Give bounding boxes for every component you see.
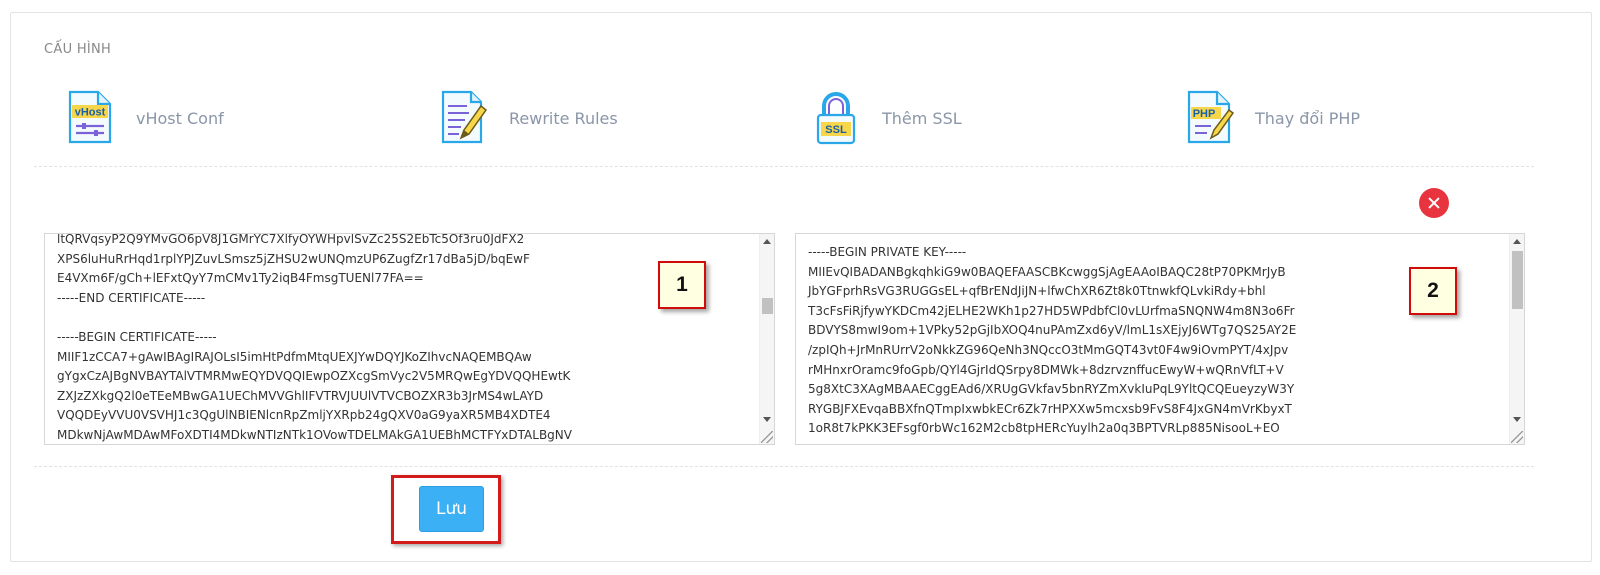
scroll-up-icon[interactable]	[1513, 239, 1521, 244]
resize-grip-icon[interactable]	[1511, 431, 1523, 443]
document-pencil-icon	[437, 88, 489, 148]
tool-label: Thêm SSL	[882, 108, 962, 128]
scroll-up-icon[interactable]	[763, 239, 771, 244]
save-button[interactable]: Lưu	[419, 486, 484, 532]
scroll-down-icon[interactable]	[763, 417, 771, 422]
private-key-textarea[interactable]: -----BEGIN PRIVATE KEY----- MIIEvQIBADAN…	[795, 233, 1525, 445]
tool-add-ssl[interactable]: SSL Thêm SSL	[810, 88, 962, 148]
php-file-icon: PHP	[1183, 88, 1235, 148]
scroll-down-icon[interactable]	[1513, 417, 1521, 422]
ssl-icon-text: SSL	[825, 124, 847, 136]
private-key-scrollbar[interactable]	[1509, 234, 1524, 444]
tool-label: Thay đổi PHP	[1255, 108, 1361, 128]
tool-vhost-conf[interactable]: vHost vHost Conf	[64, 88, 224, 148]
scroll-thumb[interactable]	[762, 298, 773, 314]
tool-label: vHost Conf	[136, 108, 224, 128]
tool-bar: vHost vHost Conf Rewrite Rules SSL Thêm …	[0, 88, 1600, 148]
php-icon-text: PHP	[1193, 108, 1216, 120]
tool-rewrite-rules[interactable]: Rewrite Rules	[437, 88, 618, 148]
divider-top	[34, 166, 1534, 167]
annotation-marker-2: 2	[1409, 267, 1457, 315]
vhost-file-icon: vHost	[64, 88, 116, 148]
vhost-icon-text: vHost	[75, 107, 106, 119]
scroll-thumb[interactable]	[1512, 251, 1523, 309]
tool-label: Rewrite Rules	[509, 108, 618, 128]
close-icon[interactable]	[1419, 188, 1449, 218]
padlock-icon: SSL	[810, 88, 862, 148]
certificate-scrollbar[interactable]	[759, 234, 774, 444]
resize-grip-icon[interactable]	[761, 431, 773, 443]
divider-bottom	[34, 466, 1534, 467]
tool-change-php[interactable]: PHP Thay đổi PHP	[1183, 88, 1360, 148]
section-title: CẤU HÌNH	[44, 42, 112, 57]
annotation-marker-1: 1	[658, 261, 706, 309]
